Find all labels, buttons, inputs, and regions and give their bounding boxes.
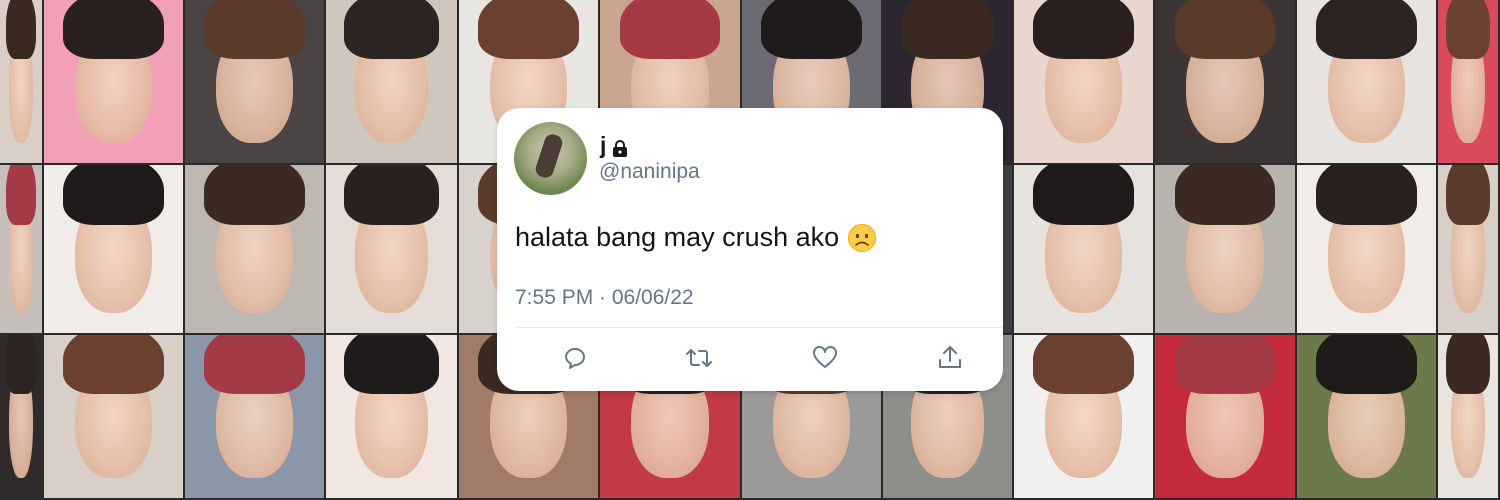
tweet-text: halata bang may crush ako: [515, 222, 877, 253]
divider: [515, 327, 1003, 328]
tweet-author-name[interactable]: j: [600, 132, 628, 159]
collage-photo: [1014, 0, 1153, 163]
collage-photo: [1438, 0, 1498, 163]
tweet-actions: [497, 344, 1003, 376]
collage-photo: [1155, 165, 1295, 333]
lock-icon: [612, 137, 628, 157]
collage-photo: [1155, 335, 1295, 498]
collage-photo: [1297, 165, 1436, 333]
collage-photo: [185, 165, 324, 333]
collage-photo: [44, 335, 183, 498]
retweet-icon: [685, 344, 713, 377]
collage-photo: [1014, 165, 1153, 333]
worried-face-emoji-icon: [847, 223, 877, 253]
like-button[interactable]: [809, 344, 841, 376]
collage-photo: [1438, 165, 1498, 333]
reply-icon: [561, 344, 589, 377]
like-icon: [811, 344, 839, 377]
collage-photo: [326, 165, 457, 333]
collage-photo: [0, 0, 42, 163]
collage-photo: [44, 0, 183, 163]
tweet-handle[interactable]: @naninipa: [599, 160, 700, 184]
collage-photo: [0, 165, 42, 333]
collage-photo: [326, 0, 457, 163]
collage-photo: [0, 335, 42, 498]
display-name: j: [600, 132, 607, 158]
tweet-card: j @naninipa halata bang may crush ako 7:…: [497, 108, 1003, 391]
collage-photo: [1297, 335, 1436, 498]
collage-photo: [326, 335, 457, 498]
tweet-timestamp[interactable]: 7:55 PM · 06/06/22: [515, 286, 694, 310]
collage-photo: [185, 0, 324, 163]
tweet-body: halata bang may crush ako: [515, 222, 840, 252]
collage-photo: [185, 335, 324, 498]
avatar[interactable]: [514, 122, 587, 195]
share-button[interactable]: [934, 344, 966, 376]
collage-photo: [44, 165, 183, 333]
retweet-button[interactable]: [683, 344, 715, 376]
reply-button[interactable]: [559, 344, 591, 376]
share-icon: [936, 344, 964, 377]
collage-photo: [1155, 0, 1295, 163]
collage-photo: [1297, 0, 1436, 163]
collage-photo: [1438, 335, 1498, 498]
collage-photo: [1014, 335, 1153, 498]
